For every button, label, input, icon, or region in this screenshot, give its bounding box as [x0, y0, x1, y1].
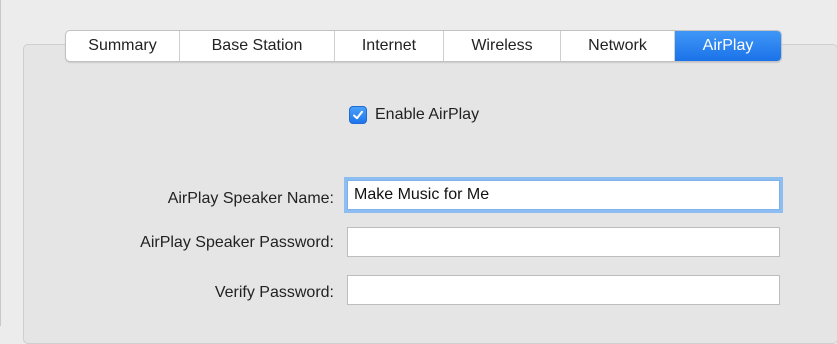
airplay-settings-window: Summary Base Station Internet Wireless N…: [0, 0, 837, 344]
tab-summary[interactable]: Summary: [66, 31, 180, 61]
enable-airplay-label: Enable AirPlay: [375, 106, 480, 123]
checkmark-icon: [353, 110, 363, 120]
tab-wireless[interactable]: Wireless: [444, 31, 561, 61]
speaker-name-label: AirPlay Speaker Name:: [167, 190, 334, 207]
verify-password-field[interactable]: [347, 275, 780, 305]
tab-bar: Summary Base Station Internet Wireless N…: [65, 30, 782, 62]
tab-base-station[interactable]: Base Station: [180, 31, 335, 61]
enable-airplay-row: Enable AirPlay: [349, 104, 479, 126]
verify-password-label: Verify Password:: [214, 284, 334, 301]
speaker-password-label: AirPlay Speaker Password:: [140, 234, 334, 251]
speaker-name-field[interactable]: [347, 180, 780, 210]
tab-internet[interactable]: Internet: [335, 31, 444, 61]
enable-airplay-checkbox[interactable]: [349, 106, 367, 124]
tab-airplay[interactable]: AirPlay: [675, 31, 781, 61]
tab-network[interactable]: Network: [561, 31, 675, 61]
speaker-password-field[interactable]: [347, 227, 780, 257]
